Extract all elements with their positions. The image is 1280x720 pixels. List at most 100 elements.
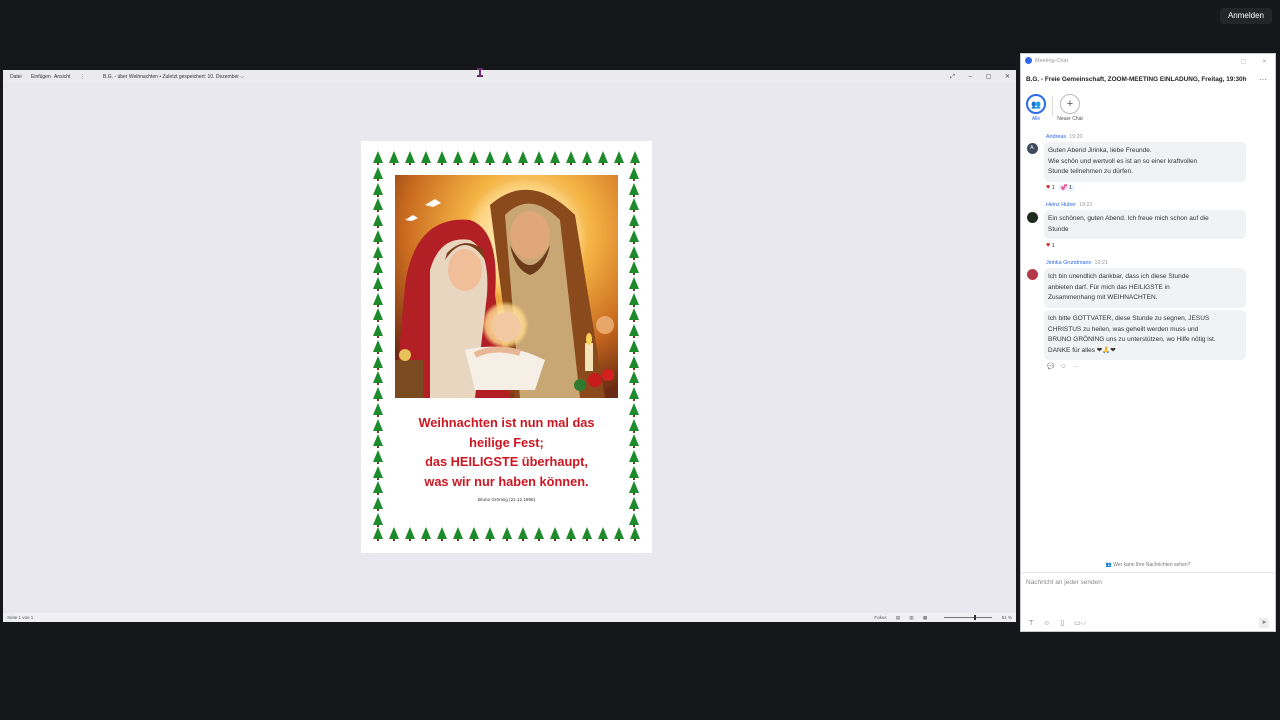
divider xyxy=(1021,572,1275,573)
tree-icon xyxy=(373,371,383,386)
tree-icon xyxy=(629,167,639,181)
plus-icon: + xyxy=(1060,94,1080,114)
tree-icon xyxy=(565,151,576,165)
menu-more-icon[interactable]: ⋮ xyxy=(80,74,85,80)
tree-icon xyxy=(373,465,383,480)
meeting-chat-panel: Meeting-Chat ▢ ✕ B.G. - Freie Gemeinscha… xyxy=(1020,53,1276,632)
tree-icon xyxy=(373,151,383,165)
screenshot-icon[interactable]: ▭⌵ xyxy=(1074,620,1086,627)
reaction-pill[interactable]: 💞 1 xyxy=(1057,185,1076,191)
close-icon[interactable]: ✕ xyxy=(1262,59,1267,65)
tree-icon xyxy=(565,527,576,541)
emoji-icon[interactable]: ☺ xyxy=(1060,364,1066,370)
tree-icon xyxy=(501,151,512,165)
quote-author: Bruno Gröning (21.12.1956) xyxy=(477,497,536,502)
sign-in-button[interactable]: Anmelden xyxy=(1219,8,1272,24)
avatar xyxy=(1027,269,1038,280)
document-page: Weihnachten ist nun mal das heilige Fest… xyxy=(361,141,652,553)
document-title[interactable]: B.G. - über Weihnachten • Zuletzt gespei… xyxy=(103,74,244,80)
tree-icon xyxy=(629,434,639,449)
tree-icon xyxy=(437,527,448,541)
statusbar-tools: Fokus ▤ ▥ ▦ 51 % xyxy=(866,615,1012,621)
tree-icon xyxy=(373,214,383,229)
reactions[interactable]: ♥ 1 💞 1 xyxy=(1046,184,1076,191)
emoji-icon[interactable]: ☺ xyxy=(1043,620,1050,627)
close-icon[interactable]: ✕ xyxy=(1005,74,1010,80)
tree-icon xyxy=(629,245,639,260)
message-bubble: Ich bin unendlich dankbar, dass ich dies… xyxy=(1044,268,1246,308)
quote-line: was wir nur haben können. xyxy=(424,473,589,489)
tree-border-bottom xyxy=(373,527,640,541)
tree-icon xyxy=(389,527,400,541)
tree-icon xyxy=(549,151,560,165)
tree-icon xyxy=(629,277,639,292)
tree-icon xyxy=(421,151,432,165)
fullscreen-icon[interactable]: ⤢ xyxy=(950,74,955,80)
page-count: Seite 1 von 1 xyxy=(7,615,34,620)
tree-icon xyxy=(613,151,624,165)
tree-icon xyxy=(373,261,383,276)
tree-icon xyxy=(629,229,639,244)
tree-icon xyxy=(533,151,544,165)
tree-icon xyxy=(469,527,480,541)
tree-icon xyxy=(517,151,528,165)
menu-view[interactable]: Ansicht xyxy=(54,74,70,80)
format-icon[interactable]: T xyxy=(1029,620,1033,627)
who-can-see-link[interactable]: 👥 Wer kann Ihre Nachrichten sehen? xyxy=(1021,562,1275,568)
holy-family-image xyxy=(395,175,618,398)
message-header: Heinz Huber 19:21 xyxy=(1046,202,1093,208)
text-cursor-icon xyxy=(477,68,483,77)
tree-icon xyxy=(629,481,639,496)
minimize-icon[interactable]: – xyxy=(969,74,972,80)
tree-border-right xyxy=(629,167,639,527)
tree-icon xyxy=(629,308,639,323)
message-header: Andreas 19:20 xyxy=(1046,134,1083,140)
tab-new-chat[interactable]: + Neuer Chat xyxy=(1057,94,1083,122)
reply-icon[interactable]: 💬 xyxy=(1047,364,1054,370)
reactions[interactable]: ♥ 1 xyxy=(1046,242,1055,249)
read-mode-icon[interactable]: ▤ xyxy=(896,615,900,620)
message-bubble: Ich bitte GOTTVATER, diese Stunde zu seg… xyxy=(1044,310,1246,360)
print-layout-icon[interactable]: ▥ xyxy=(909,615,913,620)
tree-icon xyxy=(581,527,592,541)
web-layout-icon[interactable]: ▦ xyxy=(923,615,927,620)
tree-icon xyxy=(437,151,448,165)
tree-icon xyxy=(485,527,496,541)
message-input[interactable]: Nachricht an jeder senden xyxy=(1026,579,1102,586)
tab-all[interactable]: 👥 Alle xyxy=(1024,94,1048,122)
tree-icon xyxy=(597,151,608,165)
send-icon[interactable]: ➤ xyxy=(1259,618,1269,628)
more-icon[interactable]: ··· xyxy=(1073,364,1079,370)
maximize-icon[interactable]: ▢ xyxy=(986,74,992,80)
document-viewer-window: Datei Einfügen Ansicht ⋮ B.G. - über Wei… xyxy=(3,68,1016,622)
tree-icon xyxy=(373,512,383,527)
zoom-slider[interactable] xyxy=(936,615,993,621)
tree-icon xyxy=(597,527,608,541)
tree-icon xyxy=(373,387,383,402)
tree-icon xyxy=(629,214,639,229)
more-options-icon[interactable]: ··· xyxy=(1259,75,1267,84)
file-icon[interactable]: ▯ xyxy=(1060,620,1064,627)
tree-icon xyxy=(373,324,383,339)
tree-icon xyxy=(629,261,639,276)
tree-icon xyxy=(533,527,544,541)
tree-icon xyxy=(373,182,383,197)
tree-icon xyxy=(629,182,639,197)
zoom-logo-icon xyxy=(1025,57,1032,64)
menu-file[interactable]: Datei xyxy=(10,74,22,80)
tree-icon xyxy=(629,402,639,417)
popout-icon[interactable]: ▢ xyxy=(1241,59,1247,65)
tree-icon xyxy=(453,151,464,165)
tree-icon xyxy=(629,371,639,386)
tree-icon xyxy=(373,167,383,181)
meeting-name: B.G. - Freie Gemeinschaft, ZOOM-MEETING … xyxy=(1026,76,1247,83)
focus-button[interactable]: Fokus xyxy=(874,615,886,620)
menu-insert[interactable]: Einfügen xyxy=(31,74,51,80)
tree-icon xyxy=(629,387,639,402)
tree-icon xyxy=(629,292,639,307)
viewer-titlebar: Datei Einfügen Ansicht ⋮ B.G. - über Wei… xyxy=(3,68,1016,82)
tree-icon xyxy=(373,198,383,213)
tree-icon xyxy=(630,527,640,541)
tree-icon xyxy=(421,527,432,541)
tree-icon xyxy=(485,151,496,165)
